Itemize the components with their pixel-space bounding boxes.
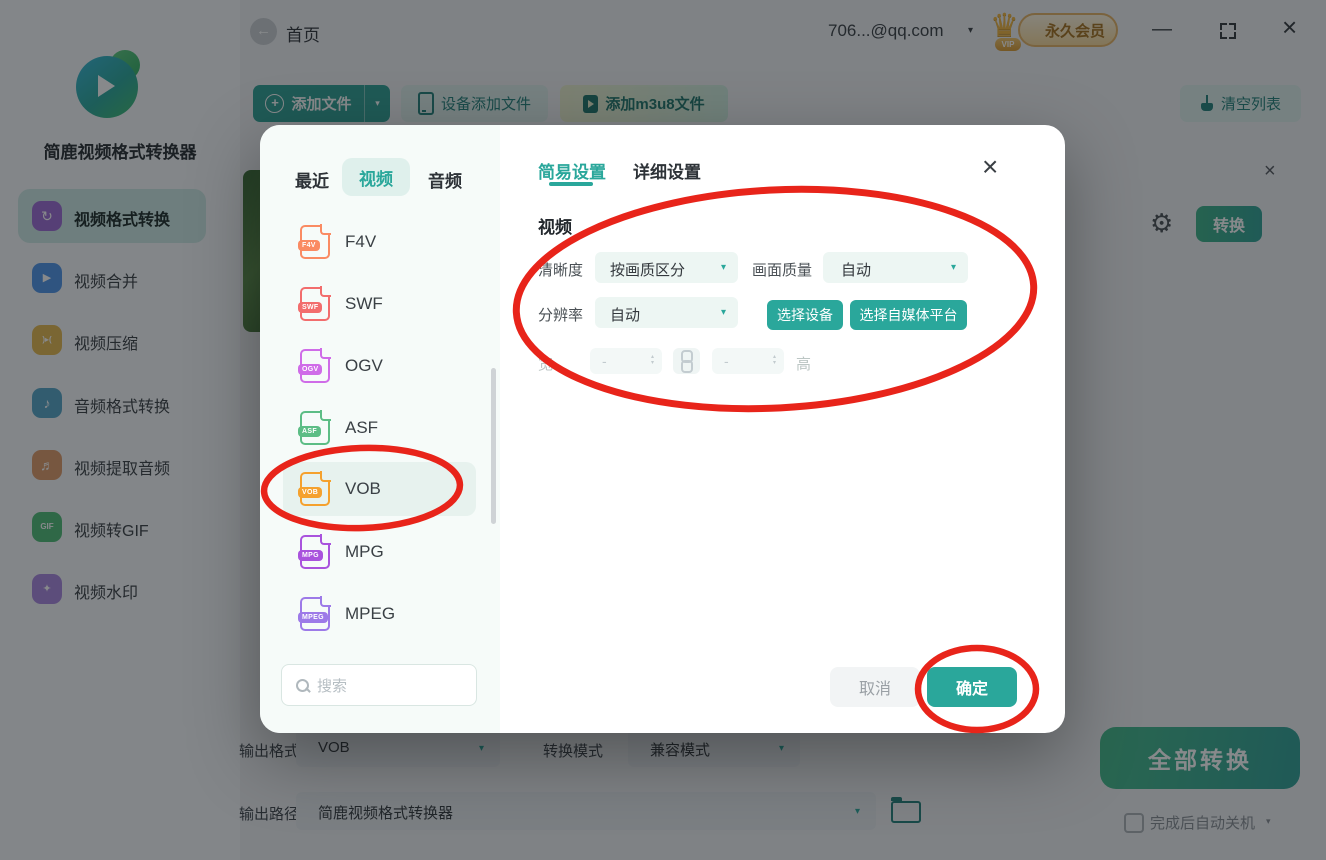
select-device-button[interactable]: 选择设备 — [767, 300, 843, 330]
select-media-platform-button[interactable]: 选择自媒体平台 — [850, 300, 967, 330]
height-stepper[interactable]: - ▴ ▾ — [712, 348, 784, 374]
resolution-label: 分辨率 — [538, 307, 584, 324]
vob-file-icon: VOB — [298, 471, 331, 506]
search-placeholder: 搜索 — [317, 677, 348, 695]
video-section-title: 视频 — [538, 218, 572, 237]
mpeg-file-icon: MPEG — [298, 596, 331, 631]
tab-recent[interactable]: 最近 — [295, 167, 329, 192]
stepper-arrows-icon[interactable]: ▴ ▾ — [651, 354, 654, 366]
quality-dropdown[interactable]: 自动 ▾ — [823, 252, 968, 283]
clarity-label: 清晰度 — [538, 262, 584, 279]
width-stepper[interactable]: - ▴ ▾ — [590, 348, 662, 374]
ogv-file-icon: OGV — [298, 348, 331, 383]
height-label: 高 — [796, 356, 812, 373]
format-item-ogv[interactable]: OGV OGV — [260, 348, 500, 385]
format-item-mpeg[interactable]: MPEG MPEG — [260, 596, 500, 633]
stepper-arrows-icon[interactable]: ▴ ▾ — [773, 354, 776, 366]
format-list-scrollbar[interactable] — [491, 368, 496, 524]
width-label: 宽 — [538, 356, 554, 373]
link-dimensions-icon[interactable] — [673, 348, 700, 374]
format-item-swf[interactable]: SWF SWF — [260, 286, 500, 323]
tab-simple-settings[interactable]: 简易设置 — [538, 158, 606, 183]
modal-close-icon[interactable]: × — [982, 151, 998, 183]
clarity-dropdown[interactable]: 按画质区分 ▾ — [595, 252, 738, 283]
caret-down-icon: ▾ — [950, 262, 956, 273]
search-icon — [296, 678, 309, 692]
ok-button[interactable]: 确定 — [927, 667, 1017, 707]
f4v-file-icon: F4V — [298, 224, 331, 259]
mpg-file-icon: MPG — [298, 534, 331, 569]
active-tab-underline — [549, 182, 593, 186]
search-input[interactable]: 搜索 — [281, 664, 477, 706]
format-item-mpg[interactable]: MPG MPG — [260, 534, 500, 571]
format-item-asf[interactable]: ASF ASF — [260, 410, 500, 447]
swf-file-icon: SWF — [298, 286, 331, 321]
tab-video[interactable]: 视频 — [342, 158, 410, 196]
caret-down-icon: ▾ — [720, 307, 726, 318]
format-settings-modal: 最近 视频 音频 F4V F4V SWF SWF OGV OGV ASF ASF — [260, 125, 1065, 733]
tab-detailed-settings[interactable]: 详细设置 — [633, 158, 701, 183]
resolution-dropdown[interactable]: 自动 ▾ — [595, 297, 738, 328]
format-item-vob-selected[interactable]: VOB VOB — [260, 471, 500, 508]
asf-file-icon: ASF — [298, 410, 331, 445]
quality-label: 画面质量 — [752, 262, 813, 279]
cancel-button[interactable]: 取消 — [830, 667, 920, 707]
caret-down-icon: ▾ — [720, 262, 726, 273]
tab-audio[interactable]: 音频 — [428, 167, 462, 192]
format-item-f4v[interactable]: F4V F4V — [260, 224, 500, 261]
app-window: 简鹿视频格式转换器 ↻ 视频格式转换 ▶ 视频合并 )▸( 视频压缩 ♪ 音频格… — [0, 0, 1326, 860]
